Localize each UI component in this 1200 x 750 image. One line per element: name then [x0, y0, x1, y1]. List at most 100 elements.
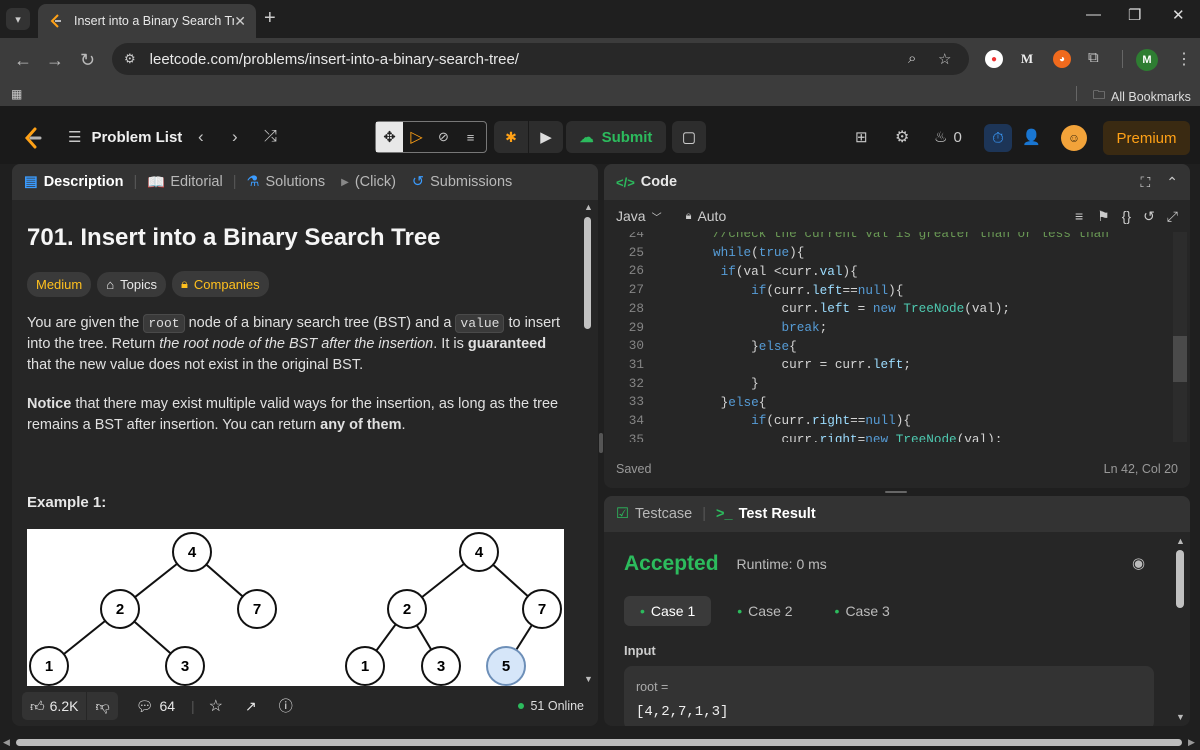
code-scrollbar-thumb[interactable] — [1173, 336, 1187, 382]
extension-icon[interactable]: ◕ — [1053, 50, 1071, 68]
line-number: 27 — [628, 282, 644, 298]
scroll-down-icon[interactable]: ▼ — [1176, 712, 1185, 722]
hide-icon[interactable]: ⊘ — [430, 129, 457, 145]
debug-icon[interactable]: ✱ — [494, 121, 528, 153]
tab-testcase[interactable]: ☑ Testcase — [616, 506, 692, 522]
tab-editorial[interactable]: 📖 Editorial — [147, 174, 222, 191]
case-tab-1[interactable]: • Case 1 — [624, 596, 712, 626]
autocomplete-mode[interactable]: 🔒︎ Auto — [686, 208, 727, 224]
scroll-up-icon[interactable]: ▲ — [1176, 536, 1185, 546]
scroll-up-icon[interactable]: ▲ — [584, 202, 593, 212]
comments-button[interactable]: 💬︎ 64 — [136, 698, 175, 715]
address-bar[interactable]: ⚙ leetcode.com/problems/insert-into-a-bi… — [112, 43, 969, 75]
test-scrollbar-thumb[interactable] — [1176, 550, 1184, 608]
play-small-icon: ▶ — [341, 176, 349, 188]
tab-solutions[interactable]: ⚗ Solutions — [246, 174, 325, 190]
language-select[interactable]: Java ﹀ — [616, 208, 662, 224]
case-tab-2[interactable]: • Case 2 — [721, 596, 808, 626]
layout-grid-icon[interactable]: ⊞ — [855, 121, 868, 153]
topics-badge[interactable]: ⌂ Topics — [97, 271, 166, 297]
panel-resize-handle[interactable] — [599, 433, 603, 453]
run-button[interactable]: ▶ — [529, 121, 563, 153]
tree-node: 4 — [459, 532, 499, 572]
new-tab-button[interactable]: + — [264, 7, 276, 30]
forward-arrow-icon[interactable]: → — [46, 50, 64, 71]
line-number: 34 — [628, 413, 644, 428]
add-friend-icon[interactable]: 👤 — [1022, 121, 1041, 153]
description-scrollbar[interactable]: ▲ ▼ — [583, 202, 593, 686]
timer-icon[interactable]: ⏱ — [984, 124, 1012, 152]
bookmark-icon[interactable]: ⚑ — [1097, 208, 1110, 225]
problem-list-button[interactable]: ☰ Problem List — [68, 121, 182, 153]
editor-status-bar: Saved Ln 42, Col 20 — [604, 454, 1190, 484]
zoom-icon[interactable]: ⌕ — [908, 50, 916, 67]
code-editor[interactable]: 24 25 26 27 28 29 30 31 32 33 34 35 //check the cur… — [604, 232, 1180, 442]
share-icon[interactable]: ↗ — [245, 698, 257, 715]
extension-icon[interactable]: ● — [985, 50, 1003, 68]
tab-test-result[interactable]: >_ Test Result — [716, 506, 816, 522]
run-outline-icon[interactable]: ▷ — [403, 127, 430, 147]
minimize-window-button[interactable]: — — [1086, 6, 1101, 23]
browser-tab[interactable]: Insert into a Binary Search Tree ✕ — [38, 4, 256, 38]
case-tab-3[interactable]: • Case 3 — [819, 596, 906, 626]
browser-menu-icon[interactable]: ⋮ — [1176, 49, 1192, 69]
all-bookmarks-button[interactable]: 🗀 All Bookmarks — [1093, 86, 1191, 107]
favorite-star-icon[interactable]: ☆ — [209, 696, 223, 716]
leetcode-logo-icon[interactable] — [22, 127, 44, 149]
site-settings-icon[interactable]: ⚙ — [124, 51, 136, 67]
test-scrollbar[interactable]: ▲ ▼ — [1173, 536, 1187, 726]
scroll-left-icon[interactable]: ◀ — [3, 737, 10, 748]
fullscreen-icon[interactable]: ⤢ — [1167, 208, 1178, 225]
problem-title: 701. Insert into a Binary Search Tree — [27, 224, 441, 251]
user-avatar[interactable]: ☺ — [1061, 125, 1087, 151]
expand-icon[interactable]: ⛶ — [1140, 174, 1150, 191]
move-icon[interactable]: ✥ — [376, 122, 403, 152]
notes-icon[interactable]: ▢ — [672, 121, 706, 153]
gear-icon[interactable]: ⚙ — [895, 121, 909, 153]
scroll-down-icon[interactable]: ▼ — [584, 674, 593, 684]
premium-button[interactable]: Premium — [1103, 121, 1190, 155]
tab-submissions[interactable]: ↺ Submissions — [412, 174, 512, 190]
dislike-button[interactable]: 👎︎ — [87, 692, 118, 720]
like-button[interactable]: 👍︎ 6.2K — [22, 692, 87, 720]
braces-icon[interactable]: {} — [1122, 208, 1131, 224]
reset-icon[interactable]: ↺ — [1143, 208, 1155, 225]
streak-counter[interactable]: ♨ 0 — [934, 121, 962, 153]
code-line: break; — [781, 320, 828, 335]
apps-grid-icon[interactable]: ▦ — [11, 87, 22, 101]
scroll-right-icon[interactable]: ▶ — [1188, 737, 1195, 748]
profile-avatar[interactable]: M — [1136, 49, 1158, 71]
settings-sliders-icon[interactable]: ≡ — [457, 130, 484, 145]
tab-search-button[interactable]: ▾ — [6, 8, 30, 30]
tree-node: 3 — [165, 646, 205, 686]
horizontal-scrollbar-thumb[interactable] — [16, 739, 1182, 746]
submit-button[interactable]: ☁ Submit — [566, 121, 666, 153]
tab-description[interactable]: ▤ Description — [24, 174, 123, 190]
reload-icon[interactable]: ↻ — [80, 50, 95, 71]
example-tree-image: 4 2 7 1 3 4 2 7 1 3 5 — [27, 529, 564, 689]
companies-badge[interactable]: 🔒︎ Companies — [171, 271, 269, 297]
eye-icon[interactable]: ◉ — [1132, 554, 1145, 572]
bookmark-star-icon[interactable]: ☆ — [938, 50, 951, 68]
line-number: 33 — [628, 394, 644, 410]
extensions-puzzle-icon[interactable]: ⧉ — [1088, 49, 1099, 66]
medium-extension-icon[interactable]: M — [1018, 50, 1036, 68]
tab-click[interactable]: ▶ (Click) — [341, 174, 396, 190]
close-window-button[interactable]: ✕ — [1172, 6, 1185, 24]
page-horizontal-scrollbar[interactable]: ◀ ▶ — [0, 734, 1200, 750]
shuffle-icon[interactable]: ⤮ — [264, 121, 277, 153]
back-arrow-icon[interactable]: ← — [14, 50, 32, 71]
pass-dot-icon: • — [834, 603, 840, 619]
line-number: 30 — [628, 338, 644, 354]
restore-window-button[interactable]: ❐ — [1128, 6, 1141, 24]
vertical-resize-handle[interactable] — [885, 491, 907, 493]
format-icon[interactable]: ≡ — [1075, 208, 1083, 224]
code-scrollbar[interactable] — [1173, 232, 1187, 442]
close-tab-icon[interactable]: ✕ — [234, 13, 246, 30]
prev-problem-icon[interactable]: ‹ — [198, 121, 204, 153]
help-icon[interactable]: ⓘ — [279, 696, 293, 716]
scrollbar-thumb[interactable] — [584, 217, 591, 329]
collapse-up-icon[interactable]: ⌃ — [1166, 174, 1178, 191]
result-summary: Accepted Runtime: 0 ms — [624, 552, 827, 576]
next-problem-icon[interactable]: › — [232, 121, 238, 153]
